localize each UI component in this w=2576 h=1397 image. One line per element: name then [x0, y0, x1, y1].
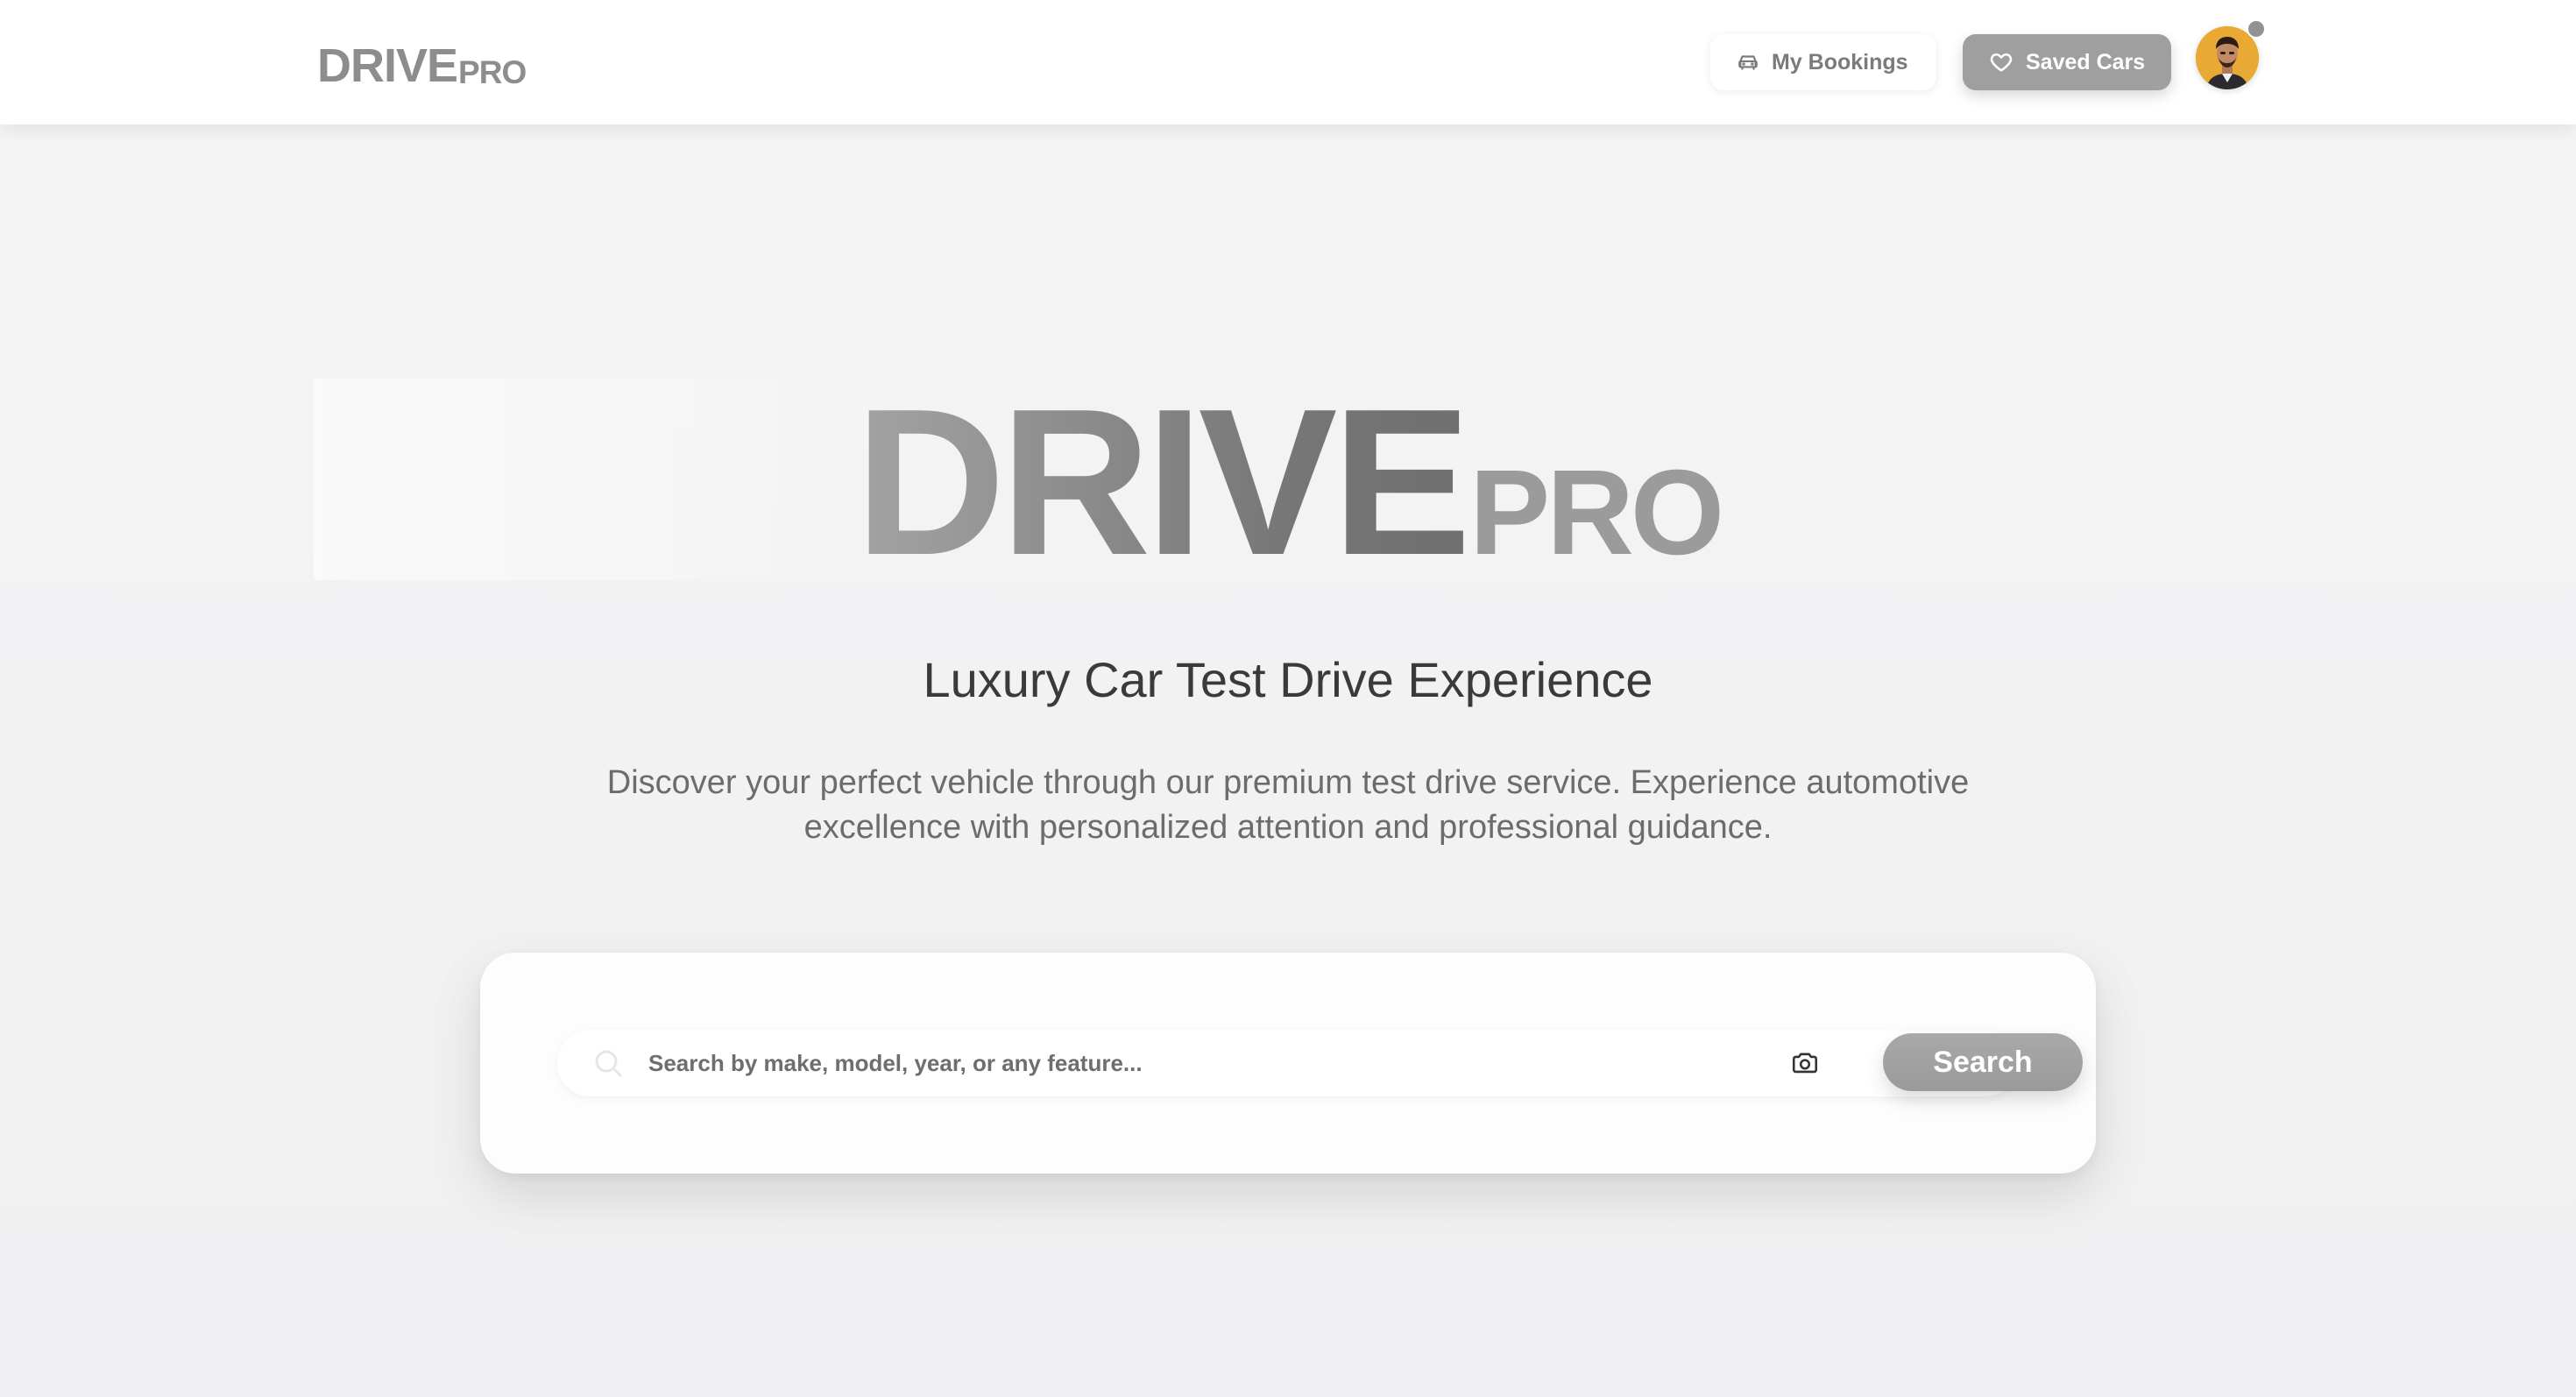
search-input[interactable] [648, 1042, 1525, 1084]
saved-cars-button[interactable]: Saved Cars [1963, 34, 2171, 90]
online-status-dot [2247, 19, 2266, 39]
camera-icon [1792, 1053, 1818, 1074]
my-bookings-label: My Bookings [1772, 49, 1908, 74]
search-card: Search [480, 953, 2096, 1174]
search-icon [595, 1050, 622, 1077]
search-bar: Search [557, 1030, 2083, 1096]
hero-description: Discover your perfect vehicle through ou… [606, 764, 1970, 846]
hero-logo-drive: DRIVE [854, 366, 1471, 599]
hero-tagline: Luxury Car Test Drive Experience [923, 652, 1653, 707]
saved-cars-label: Saved Cars [2026, 49, 2146, 74]
car-icon [1738, 55, 1758, 70]
brand-logo-pro: PRO [458, 54, 527, 90]
heart-icon [1990, 53, 2013, 72]
hero-logo: DRIVEPRO [0, 379, 2576, 587]
search-button[interactable]: Search [1883, 1033, 2083, 1091]
camera-search-button[interactable] [1784, 1042, 1826, 1084]
brand-logo[interactable]: DRIVE PRO [317, 33, 527, 92]
my-bookings-button[interactable]: My Bookings [1710, 34, 1936, 90]
brand-logo-drive: DRIVE [317, 39, 458, 92]
top-navbar: DRIVE PRO My Bookings Saved Cars [0, 0, 2576, 124]
hero-logo-pro: PRO [1469, 445, 1724, 580]
